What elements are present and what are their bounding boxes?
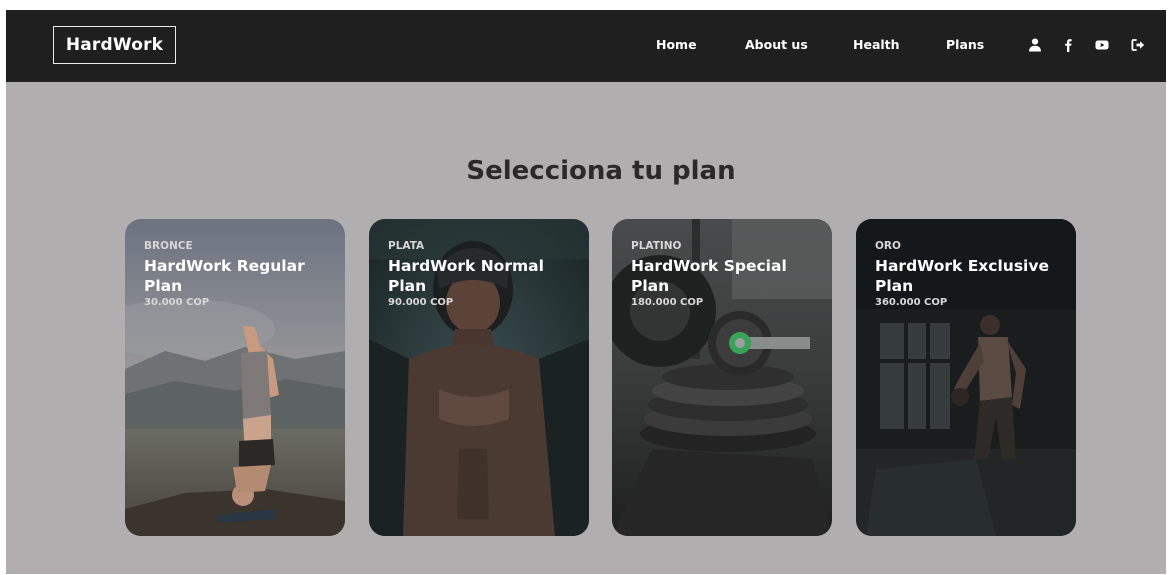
plan-tier: ORO xyxy=(875,240,901,252)
plan-name: HardWork Exclusive Plan xyxy=(875,257,1049,295)
page-title: Selecciona tu plan xyxy=(466,156,736,186)
nav-health-link[interactable]: Health xyxy=(853,37,900,53)
youtube-icon[interactable] xyxy=(1094,37,1110,53)
plan-card-oro[interactable]: ORO HardWork Exclusive Plan 360.000 COP xyxy=(856,219,1076,536)
plan-tier: PLATA xyxy=(388,240,425,252)
nav-plans-link[interactable]: Plans xyxy=(946,37,984,53)
plan-card-plata[interactable]: PLATA HardWork Normal Plan 90.000 COP xyxy=(369,219,589,536)
plan-price: 360.000 COP xyxy=(875,297,948,308)
plan-name: HardWork Special Plan xyxy=(631,257,787,295)
navbar: HardWork Home About us Health Plans xyxy=(6,10,1166,82)
plan-card-text: BRONCE HardWork Regular Plan 30.000 COP xyxy=(144,239,334,310)
nav-home-link[interactable]: Home xyxy=(656,37,697,53)
plan-card-bronce[interactable]: BRONCE HardWork Regular Plan 30.000 COP xyxy=(125,219,345,536)
logout-icon[interactable] xyxy=(1130,37,1146,53)
plan-price: 30.000 COP xyxy=(144,297,210,308)
plan-price: 180.000 COP xyxy=(631,297,704,308)
plan-price: 90.000 COP xyxy=(388,297,454,308)
nav-about-us-link[interactable]: About us xyxy=(745,37,808,53)
page: HardWork Home About us Health Plans Sele… xyxy=(6,10,1166,574)
plan-name: HardWork Normal Plan xyxy=(388,257,544,295)
plan-card-text: ORO HardWork Exclusive Plan 360.000 COP xyxy=(875,239,1065,310)
facebook-icon[interactable] xyxy=(1060,37,1076,53)
plan-card-text: PLATINO HardWork Special Plan 180.000 CO… xyxy=(631,239,821,310)
plan-card-text: PLATA HardWork Normal Plan 90.000 COP xyxy=(388,239,578,310)
plan-card-platino[interactable]: PLATINO HardWork Special Plan 180.000 CO… xyxy=(612,219,832,536)
logo-link[interactable]: HardWork xyxy=(53,26,176,64)
plan-name: HardWork Regular Plan xyxy=(144,257,305,295)
plan-tier: BRONCE xyxy=(144,240,193,252)
user-icon[interactable] xyxy=(1027,37,1043,53)
plan-tier: PLATINO xyxy=(631,240,682,252)
